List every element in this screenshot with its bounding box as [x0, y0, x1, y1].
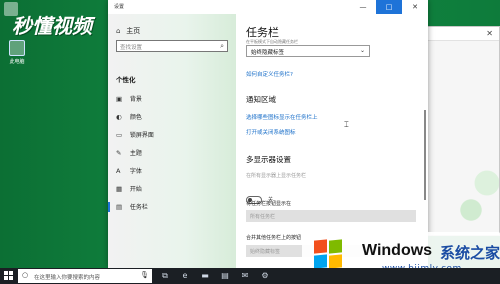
taskbar-search-input[interactable]: ○ 在这里输入你要搜索的内容 🎙 [18, 269, 152, 283]
chevron-down-icon: ⌄ [359, 47, 365, 54]
brand-name: Windows [362, 242, 433, 259]
sidebar-item-label: 任务栏 [129, 204, 148, 211]
sidebar-item-label: 颜色 [129, 114, 142, 121]
taskbar-icon: ▤ [116, 203, 123, 211]
computer-icon [9, 40, 25, 56]
watermark-logo: 秒懂视频 [12, 14, 92, 38]
sidebar-item-label: 字体 [129, 168, 142, 175]
show-buttons-label: 将任务栏按钮显示在 [246, 201, 292, 207]
dropdown-value: 始终隐藏标签 [251, 50, 285, 56]
sidebar-item-start[interactable]: ▦ 开始 [116, 184, 142, 194]
desktop-icon-label: 此电脑 [9, 59, 25, 65]
show-all-displays-label: 在所有显示器上显示任务栏 [246, 173, 307, 179]
customize-taskbar-link[interactable]: 如何自定义任务栏? [246, 70, 293, 78]
maximize-button[interactable]: □ [376, 0, 402, 14]
theme-icon: ✎ [116, 149, 122, 157]
store-icon[interactable]: ▤ [220, 271, 230, 281]
windows-logo-icon [314, 239, 344, 270]
search-input[interactable]: 查找设置 ⌕ [116, 40, 228, 52]
mail-icon[interactable]: ✉ [240, 271, 250, 281]
window-title: 设置 [114, 4, 125, 10]
sidebar-item-taskbar[interactable]: ▤ 任务栏 [108, 202, 148, 212]
select-value: 始终隐藏标签 [250, 249, 281, 255]
sidebar-item-themes[interactable]: ✎ 主题 [116, 148, 142, 158]
edge-icon[interactable]: e [180, 271, 190, 281]
background-decoration [459, 147, 499, 237]
home-icon: ⌂ [116, 27, 121, 35]
sidebar-item-colors[interactable]: ◐ 颜色 [116, 112, 142, 122]
system-icons-link[interactable]: 打开或关闭系统图标 [246, 128, 296, 136]
sidebar-item-label: 主页 [126, 27, 141, 35]
close-icon[interactable]: ✕ [486, 29, 493, 38]
sidebar-item-label: 主题 [129, 150, 142, 157]
notification-area-heading: 通知区域 [246, 95, 276, 104]
sidebar-item-label: 开始 [129, 186, 142, 193]
microphone-icon[interactable]: 🎙 [140, 271, 149, 279]
sidebar-item-home[interactable]: ⌂ 主页 [116, 26, 140, 36]
sidebar-item-label: 锁屏界面 [129, 132, 154, 139]
taskbar-search-placeholder: 在这里输入你要搜索的内容 [34, 275, 101, 281]
settings-window: 设置 — □ ✕ ⌂ 主页 查找设置 ⌕ 个性化 ▣ 背景 ◐ 颜色 ▭ 锁屏界… [108, 0, 428, 268]
multi-display-heading: 多显示器设置 [246, 155, 291, 164]
combine-label: 合并其他任务栏上的按钮 [246, 235, 302, 241]
show-buttons-select[interactable]: 所有任务栏 [246, 210, 416, 222]
select-value: 所有任务栏 [250, 214, 276, 220]
start-icon: ▦ [116, 185, 123, 193]
sidebar-item-background[interactable]: ▣ 背景 [116, 94, 142, 104]
sidebar-item-lock-screen[interactable]: ▭ 锁屏界面 [116, 130, 154, 140]
background-window-titlebar: ✕ [421, 27, 499, 41]
start-button[interactable] [4, 271, 14, 281]
settings-sidebar: ⌂ 主页 查找设置 ⌕ 个性化 ▣ 背景 ◐ 颜色 ▭ 锁屏界面 ✎ 主题 A … [108, 14, 236, 268]
sidebar-item-fonts[interactable]: A 字体 [116, 166, 142, 176]
palette-icon: ◐ [116, 113, 122, 121]
select-icons-link[interactable]: 选择哪些图标显示在任务栏上 [246, 113, 318, 121]
search-placeholder: 查找设置 [120, 45, 143, 51]
desktop: 秒懂视频 此电脑 ✕ 设置 — □ ✕ ⌂ 主页 查找设置 ⌕ 个性化 ▣ 背景… [0, 0, 500, 268]
background-window[interactable]: ✕ [420, 26, 500, 237]
task-view-icon[interactable]: ⧉ [160, 271, 170, 281]
cortana-icon: ○ [22, 271, 29, 279]
mouse-cursor-icon: ⌶ [344, 120, 349, 129]
settings-gear-icon[interactable]: ⚙ [260, 271, 270, 281]
page-title: 任务栏 [246, 26, 279, 39]
desktop-icon-this-pc[interactable]: 此电脑 [4, 40, 30, 65]
settings-content: 任务栏 在平板模式下自动隐藏任务栏 始终隐藏标签 ⌄ 如何自定义任务栏? 通知区… [236, 14, 428, 268]
font-icon: A [116, 167, 121, 175]
combine-buttons-dropdown[interactable]: 始终隐藏标签 ⌄ [246, 45, 370, 57]
image-icon: ▣ [116, 95, 123, 103]
taskbar: ○ 在这里输入你要搜索的内容 🎙 ⧉ e ▬ ▤ ✉ ⚙ [0, 268, 500, 284]
minimize-button[interactable]: — [350, 0, 376, 14]
window-titlebar: 设置 — □ ✕ [108, 0, 428, 14]
close-button[interactable]: ✕ [402, 0, 428, 14]
file-explorer-icon[interactable]: ▬ [200, 271, 210, 281]
lock-screen-icon: ▭ [116, 131, 123, 139]
search-icon: ⌕ [220, 42, 224, 50]
scrollbar[interactable] [424, 110, 426, 200]
brand-cn-name: 系统之家 [440, 244, 500, 262]
sidebar-section-title: 个性化 [116, 76, 136, 84]
sidebar-item-label: 背景 [129, 96, 142, 103]
